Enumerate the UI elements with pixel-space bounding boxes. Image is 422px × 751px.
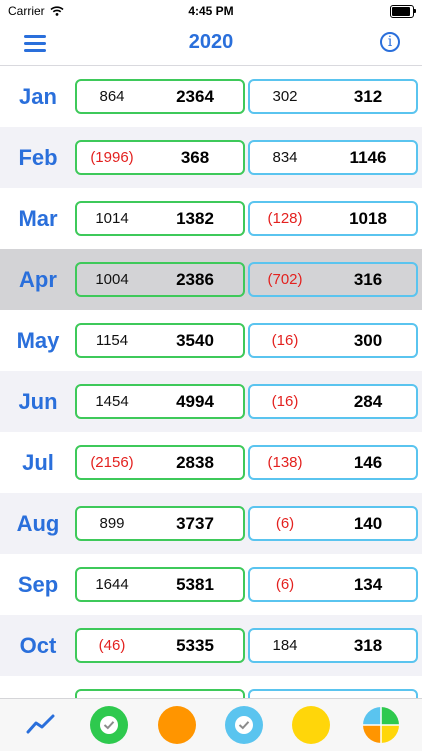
blue-big-value: 300 <box>353 330 383 350</box>
status-time: 4:45 PM <box>188 4 234 18</box>
green-value-box[interactable]: 899 3737 <box>75 506 245 541</box>
month-label: Aug <box>16 511 60 536</box>
blue-value-box[interactable]: 184 318 <box>248 628 418 663</box>
green-big-value: 3737 <box>176 513 214 533</box>
green-value-box[interactable]: 1644 5381 <box>75 567 245 602</box>
blue-value-box[interactable]: (16) 284 <box>248 384 418 419</box>
table-row[interactable]: Sep 1644 5381 (6) 134 <box>0 554 422 615</box>
green-small-value: 1004 <box>95 271 129 288</box>
month-label: Sep <box>17 572 59 597</box>
month-label: Jun <box>18 389 58 414</box>
month-label: Mar <box>18 206 58 231</box>
green-small-value: (2156) <box>90 454 134 471</box>
table-row[interactable]: Jun 1454 4994 (16) 284 <box>0 371 422 432</box>
tab-orange[interactable] <box>158 706 196 744</box>
page-title: 2020 <box>188 31 234 53</box>
status-bar: Carrier 4:45 PM <box>0 0 422 22</box>
blue-small-value: (128) <box>267 210 303 227</box>
blue-small-value: (6) <box>275 515 295 532</box>
green-value-box[interactable]: 1154 3540 <box>75 323 245 358</box>
green-value-box[interactable]: 1454 4994 <box>75 384 245 419</box>
green-value-box[interactable]: (1996) 368 <box>75 140 245 175</box>
green-big-value: 5381 <box>176 574 214 594</box>
green-big-value: 5335 <box>176 635 214 655</box>
table-row[interactable]: May 1154 3540 (16) 300 <box>0 310 422 371</box>
month-label: Oct <box>19 633 57 658</box>
green-big-value: 368 <box>180 147 210 167</box>
green-small-value: 1454 <box>95 393 129 410</box>
blue-big-value: 140 <box>353 513 383 533</box>
blue-value-box[interactable]: 302 312 <box>248 79 418 114</box>
green-big-value: 2386 <box>176 269 214 289</box>
month-list: Jan 864 2364 302 312 Feb (1996) 368 834 1146 Mar 10… <box>0 66 422 737</box>
table-row[interactable]: Feb (1996) 368 834 1146 <box>0 127 422 188</box>
blue-big-value: 316 <box>353 269 383 289</box>
green-value-box[interactable]: (46) 5335 <box>75 628 245 663</box>
green-big-value: 1382 <box>176 208 214 228</box>
green-big-value: 2838 <box>176 452 214 472</box>
blue-big-value: 1146 <box>349 147 387 167</box>
blue-value-box[interactable]: (6) 140 <box>248 506 418 541</box>
pie-chart-icon <box>363 707 399 743</box>
blue-check-icon <box>235 716 253 734</box>
green-big-value: 4994 <box>176 391 214 411</box>
green-value-box[interactable]: 1004 2386 <box>75 262 245 297</box>
blue-value-box[interactable]: 834 1146 <box>248 140 418 175</box>
green-value-box[interactable]: 1014 1382 <box>75 201 245 236</box>
green-small-value: 1154 <box>95 332 129 349</box>
table-row[interactable]: Apr 1004 2386 (702) 316 <box>0 249 422 310</box>
info-button[interactable]: i <box>380 32 400 52</box>
month-label: Jul <box>22 450 54 475</box>
green-small-value: 1644 <box>95 576 129 593</box>
green-small-value: 899 <box>99 515 125 532</box>
green-small-value: (1996) <box>90 149 134 166</box>
green-check-icon <box>100 716 118 734</box>
blue-big-value: 318 <box>353 635 383 655</box>
blue-value-box[interactable]: (138) 146 <box>248 445 418 480</box>
blue-big-value: 1018 <box>349 208 387 228</box>
blue-small-value: (6) <box>275 576 295 593</box>
month-label: May <box>16 328 60 353</box>
blue-small-value: 302 <box>272 88 298 105</box>
blue-value-box[interactable]: (128) 1018 <box>248 201 418 236</box>
blue-big-value: 312 <box>353 86 383 106</box>
blue-big-value: 284 <box>353 391 383 411</box>
table-row[interactable]: Jan 864 2364 302 312 <box>0 66 422 127</box>
trend-line-icon <box>26 714 55 734</box>
blue-big-value: 146 <box>353 452 383 472</box>
blue-big-value: 134 <box>353 574 383 594</box>
green-small-value: 1014 <box>95 210 129 227</box>
blue-small-value: 184 <box>272 637 298 654</box>
table-row[interactable]: Mar 1014 1382 (128) 1018 <box>0 188 422 249</box>
green-small-value: (46) <box>98 637 126 654</box>
green-value-box[interactable]: (2156) 2838 <box>75 445 245 480</box>
blue-small-value: 834 <box>272 149 298 166</box>
table-row[interactable]: Oct (46) 5335 184 318 <box>0 615 422 676</box>
table-row[interactable]: Aug 899 3737 (6) 140 <box>0 493 422 554</box>
green-small-value: 864 <box>99 88 125 105</box>
blue-small-value: (16) <box>271 393 299 410</box>
blue-small-value: (702) <box>267 271 303 288</box>
blue-small-value: (16) <box>271 332 299 349</box>
month-label: Jan <box>19 84 57 109</box>
blue-small-value: (138) <box>267 454 303 471</box>
blue-value-box[interactable]: (702) 316 <box>248 262 418 297</box>
tab-pie-chart[interactable] <box>362 706 400 744</box>
tab-trend[interactable] <box>24 709 58 739</box>
tab-blue-check[interactable] <box>225 706 263 744</box>
tab-yellow[interactable] <box>292 706 330 744</box>
nav-bar: 2020 i <box>0 22 422 66</box>
tab-bar <box>0 698 422 751</box>
green-big-value: 3540 <box>176 330 214 350</box>
info-icon: i <box>387 34 393 50</box>
battery-icon <box>390 5 416 18</box>
month-label: Feb <box>18 145 58 170</box>
month-label: Apr <box>19 267 57 292</box>
green-value-box[interactable]: 864 2364 <box>75 79 245 114</box>
green-big-value: 2364 <box>176 86 214 106</box>
blue-value-box[interactable]: (16) 300 <box>248 323 418 358</box>
tab-green-check[interactable] <box>90 706 128 744</box>
table-row[interactable]: Jul (2156) 2838 (138) 146 <box>0 432 422 493</box>
blue-value-box[interactable]: (6) 134 <box>248 567 418 602</box>
